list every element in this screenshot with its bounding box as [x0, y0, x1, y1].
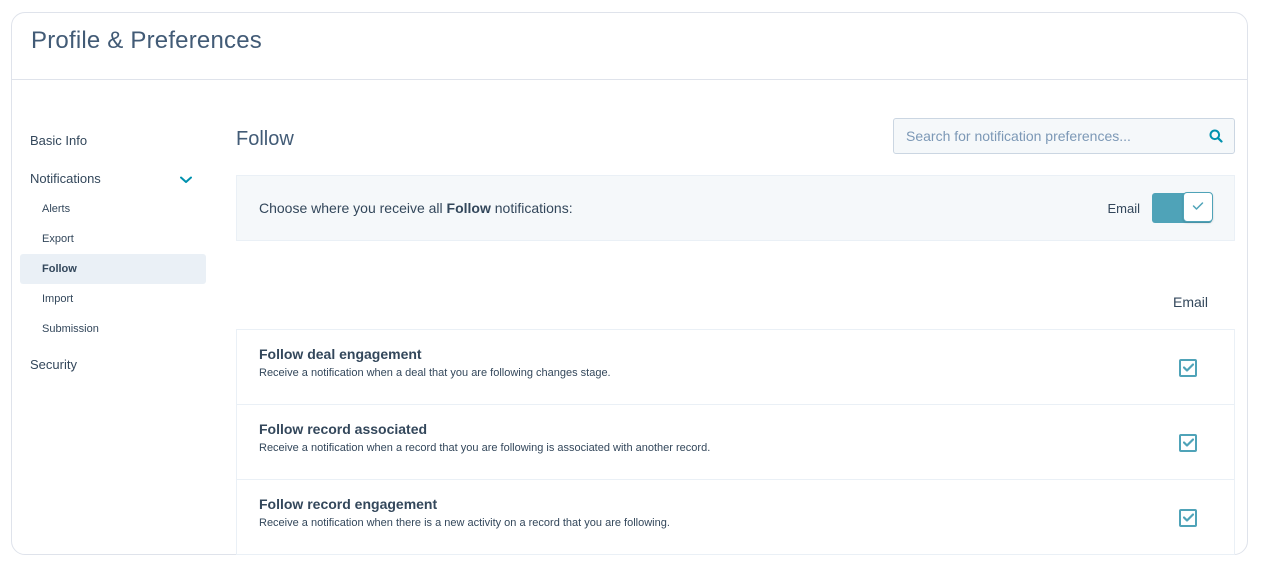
email-checkbox[interactable] — [1179, 509, 1197, 527]
sidebar-item-label: Security — [30, 357, 77, 372]
sidebar-item-alerts[interactable]: Alerts — [20, 194, 206, 224]
search-input[interactable] — [904, 127, 1208, 145]
checkmark-icon — [1182, 359, 1194, 377]
section-title: Follow — [236, 128, 294, 150]
email-toggle-group: Email — [1107, 192, 1213, 223]
sidebar-item-label: Follow — [42, 263, 77, 275]
preferences-table: Follow deal engagement Receive a notific… — [236, 329, 1235, 555]
row-title: Follow record engagement — [259, 496, 438, 512]
page-title: Profile & Preferences — [31, 27, 262, 54]
toggle-label: Email — [1107, 200, 1140, 216]
sidebar-item-basic-info[interactable]: Basic Info — [20, 126, 206, 156]
column-header-email: Email — [1172, 294, 1208, 310]
row-description: Receive a notification when a deal that … — [259, 367, 611, 379]
card-header: Profile & Preferences — [12, 13, 1247, 80]
sidebar-item-label: Export — [42, 233, 74, 245]
banner-text-bold: Follow — [446, 200, 491, 216]
search-icon[interactable] — [1208, 128, 1224, 144]
banner-text-end: notifications: — [490, 200, 573, 216]
sidebar-item-export[interactable]: Export — [20, 224, 206, 254]
checkmark-icon — [1182, 509, 1194, 527]
sidebar-item-security[interactable]: Security — [20, 350, 206, 380]
notification-channel-banner: Choose where you receive all Follow noti… — [236, 175, 1235, 241]
sidebar-item-label: Import — [42, 293, 74, 305]
checkmark-icon — [1182, 434, 1194, 452]
banner-text: Choose where you receive all Follow noti… — [259, 200, 1107, 216]
row-title: Follow deal engagement — [259, 346, 422, 362]
sidebar-item-import[interactable]: Import — [20, 284, 206, 314]
email-checkbox[interactable] — [1179, 359, 1197, 377]
sidebar-item-label: Alerts — [42, 203, 71, 215]
toggle-knob — [1183, 192, 1213, 222]
sidebar-nav: Basic Info Notifications Alerts Export F… — [20, 126, 206, 380]
profile-preferences-card: Profile & Preferences Basic Info Notific… — [11, 12, 1248, 555]
sidebar-item-notifications[interactable]: Notifications — [20, 164, 206, 194]
table-row: Follow record engagement Receive a notif… — [237, 480, 1234, 554]
email-checkbox[interactable] — [1179, 434, 1197, 452]
sidebar-item-follow[interactable]: Follow — [20, 254, 206, 284]
row-title: Follow record associated — [259, 421, 428, 437]
sidebar-item-label: Basic Info — [30, 133, 88, 148]
table-row: Follow record associated Receive a notif… — [237, 405, 1234, 480]
sidebar-item-label: Submission — [42, 323, 99, 335]
email-toggle[interactable] — [1152, 192, 1213, 223]
sidebar-item-submission[interactable]: Submission — [20, 314, 206, 344]
search-box — [893, 118, 1235, 154]
row-description: Receive a notification when a record tha… — [259, 442, 711, 454]
row-description: Receive a notification when there is a n… — [259, 517, 670, 529]
chevron-down-icon[interactable] — [180, 164, 192, 194]
banner-text-start: Choose where you receive all — [259, 200, 447, 216]
table-row: Follow deal engagement Receive a notific… — [237, 330, 1234, 405]
check-icon — [1192, 198, 1204, 216]
sidebar-item-label: Notifications — [30, 171, 101, 186]
